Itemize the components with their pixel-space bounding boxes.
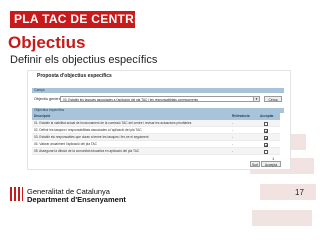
goal-select-label: Objectiu general:: [34, 97, 63, 101]
slide-header-bar: PLA TAC DE CENTRE: [10, 11, 142, 28]
table-row: 02. Definir les tasques i responsabilita…: [32, 127, 280, 134]
row-description: 01. Establir la viabilitat actual de fun…: [34, 121, 192, 125]
slide-subtitle: Definir els objectius específics: [10, 54, 158, 66]
exit-button[interactable]: Surt: [250, 161, 260, 167]
org-name-line2: Department d'Ensenyament: [27, 195, 126, 204]
goal-select-value: 03. Establir les tasques associades a l'…: [63, 98, 198, 102]
table-row: 04. Valorar anualment l'aplicació del pl…: [32, 141, 280, 148]
accept-checkbox[interactable]: [264, 121, 268, 126]
page-number: 17: [295, 188, 304, 197]
table-row: 05. Assegurar la difusió de la comunitat…: [32, 148, 280, 155]
table-row: 01. Establir la viabilitat actual de fun…: [32, 120, 280, 127]
chevron-down-icon[interactable]: ▼: [253, 97, 259, 101]
row-description: 02. Definir les tasques i responsabilita…: [34, 128, 142, 132]
slide-title: Objectius: [8, 33, 86, 52]
row-description: 04. Valorar anualment l'aplicació del pl…: [34, 142, 97, 146]
goal-select[interactable]: 03. Establir les tasques associades a l'…: [60, 96, 260, 102]
accept-checkbox[interactable]: ✔: [264, 135, 268, 140]
column-header-relevance: Rellevància: [232, 114, 250, 118]
table-row: 03. Establir els responsables que duran …: [32, 134, 280, 141]
column-header-accept: Acceptar: [260, 114, 274, 118]
accept-checkbox[interactable]: ✔: [264, 142, 268, 147]
accept-button[interactable]: Accepta: [261, 161, 281, 167]
slide-header-text: PLA TAC DE CENTRE: [14, 12, 143, 26]
generalitat-logo-icon: [10, 187, 23, 201]
accept-checkbox[interactable]: ✔: [264, 128, 268, 133]
row-relevance: -: [232, 142, 234, 146]
fields-section-header: Camps: [32, 88, 284, 93]
row-description: 05. Assegurar la difusió de la comunitat…: [34, 149, 140, 153]
column-header-description: Descripció: [34, 114, 51, 118]
goal-select-row: Objectiu general: 03. Establir les tasqu…: [32, 95, 284, 104]
panel-title: Proposta d'objectius específics: [37, 73, 112, 79]
row-relevance: -: [232, 135, 234, 139]
row-relevance: -: [232, 121, 234, 125]
row-description: 03. Establir els responsables que duran …: [34, 135, 149, 139]
table-header-row: Descripció Rellevància Acceptar: [32, 113, 280, 120]
row-relevance: -: [232, 149, 234, 153]
row-relevance: -: [232, 128, 234, 132]
search-button[interactable]: Cerca: [264, 96, 282, 102]
accept-checkbox[interactable]: [264, 149, 268, 154]
